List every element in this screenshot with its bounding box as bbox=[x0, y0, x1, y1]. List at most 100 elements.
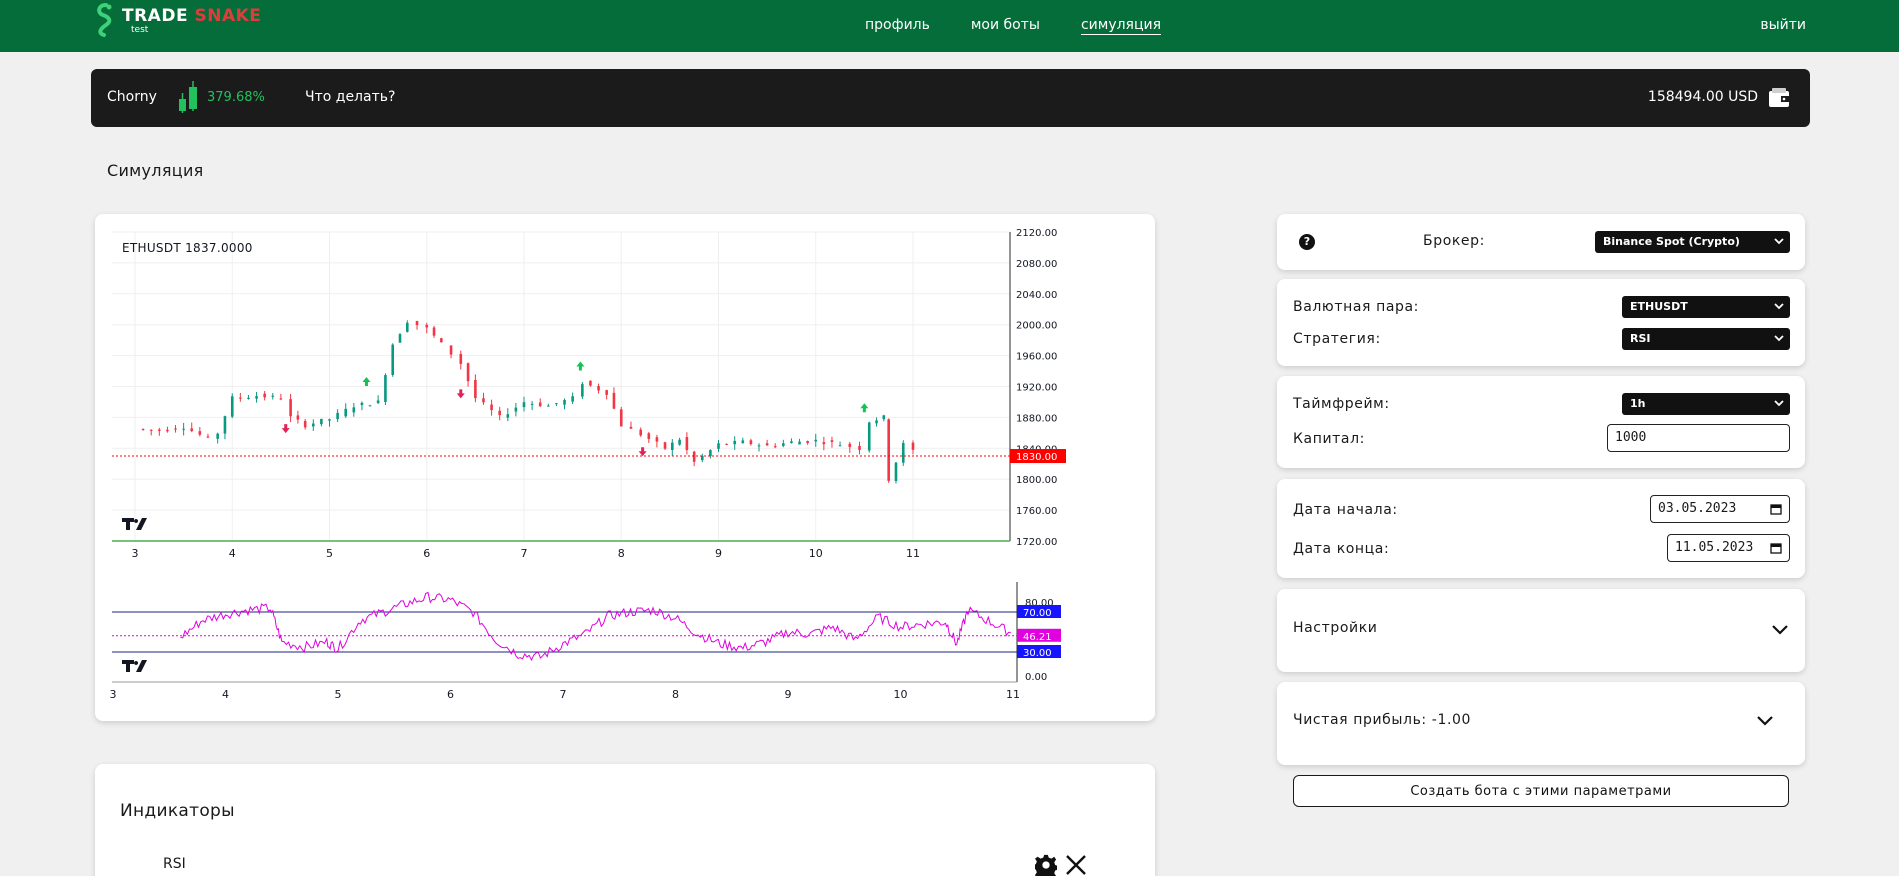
time-axis-label: 8 bbox=[618, 547, 625, 560]
pair-strategy-card: Валютная пара: ETHUSDT Стратегия: RSI bbox=[1277, 279, 1805, 366]
rsi-time-axis-label: 8 bbox=[672, 688, 679, 701]
timeframe-select[interactable]: 1h bbox=[1622, 393, 1790, 415]
top-navbar: TRADE SNAKE test профиль мои боты симуля… bbox=[0, 0, 1899, 52]
broker-select-value: Binance Spot (Crypto) bbox=[1603, 235, 1740, 248]
start-date-value: 03.05.2023 bbox=[1658, 501, 1737, 516]
timeframe-select-value: 1h bbox=[1630, 397, 1646, 410]
candle-body-down bbox=[589, 380, 592, 386]
candle-body-up bbox=[798, 441, 801, 445]
rsi-time-axis-label: 10 bbox=[894, 688, 908, 701]
indicator-item-rsi: RSI bbox=[163, 856, 186, 872]
candle-body-down bbox=[655, 437, 659, 442]
price-axis-label: 2120.00 bbox=[1016, 228, 1057, 239]
candle-body-down bbox=[174, 428, 177, 430]
indicators-title: Индикаторы bbox=[120, 801, 235, 821]
candle-body-up bbox=[717, 443, 720, 449]
logo-main: TRADE bbox=[122, 6, 189, 26]
candle-body-up bbox=[882, 415, 886, 420]
time-axis-label: 10 bbox=[809, 547, 823, 560]
calendar-icon[interactable] bbox=[1770, 503, 1782, 515]
chart-card: 2120.00 2080.00 2040.00 2000.00 1960.00 1920.… bbox=[95, 214, 1155, 721]
candle-body-up bbox=[709, 450, 712, 457]
last-price-label: 1830.00 bbox=[1016, 452, 1057, 463]
candle-body-down bbox=[647, 433, 651, 440]
chevron-down-icon bbox=[1774, 400, 1784, 407]
calendar-icon[interactable] bbox=[1770, 542, 1782, 554]
rsi-value-label: 30.00 bbox=[1023, 648, 1052, 659]
candle-body-up bbox=[182, 428, 185, 430]
price-axis-label: 1920.00 bbox=[1016, 383, 1057, 394]
candle-body-down bbox=[619, 409, 623, 427]
candle-body-down bbox=[692, 451, 696, 462]
candle-body-down bbox=[190, 428, 194, 432]
candle-body-down bbox=[459, 353, 463, 364]
candle-body-down bbox=[474, 379, 477, 399]
capital-input[interactable]: 1000 bbox=[1607, 424, 1790, 452]
candle-body-up bbox=[814, 439, 818, 442]
candle-body-up bbox=[216, 433, 219, 439]
candle-body-up bbox=[782, 443, 785, 446]
candle-body-down bbox=[773, 446, 777, 448]
candle-body-up bbox=[671, 442, 674, 450]
nav-link-my-bots[interactable]: мои боты bbox=[971, 16, 1040, 35]
wallet-icon[interactable] bbox=[1768, 87, 1790, 109]
logo[interactable]: TRADE SNAKE test bbox=[94, 3, 261, 37]
price-axis-label: 1720.00 bbox=[1016, 537, 1057, 548]
candle-body-down bbox=[597, 386, 600, 391]
pair-select[interactable]: ETHUSDT bbox=[1622, 296, 1790, 318]
timeframe-label: Таймфрейм: bbox=[1293, 396, 1390, 412]
candle-body-up bbox=[530, 403, 534, 405]
tradingview-logo-icon bbox=[122, 660, 147, 672]
time-axis-label: 6 bbox=[423, 547, 430, 560]
rsi-time-axis-label: 3 bbox=[110, 688, 117, 701]
gear-icon[interactable] bbox=[1035, 854, 1057, 876]
candle-body-up bbox=[894, 462, 898, 481]
candle-body-up bbox=[790, 441, 793, 444]
what-to-do-link[interactable]: Что делать? bbox=[305, 89, 395, 105]
rsi-axis-label: 0.00 bbox=[1025, 672, 1047, 683]
strategy-select[interactable]: RSI bbox=[1622, 328, 1790, 350]
candle-body-up bbox=[352, 407, 356, 413]
time-axis-label: 3 bbox=[132, 547, 139, 560]
profit-card[interactable]: Чистая прибыль: -1.00 bbox=[1277, 682, 1805, 765]
nav-link-simulation[interactable]: симуляция bbox=[1080, 16, 1162, 35]
candle-body-down bbox=[806, 441, 809, 443]
time-axis-label: 11 bbox=[906, 547, 920, 560]
candle-body-down bbox=[415, 320, 419, 326]
create-bot-button[interactable]: Создать бота с этими параметрами bbox=[1293, 775, 1789, 807]
buy-marker-icon bbox=[860, 403, 869, 413]
profit-percent: 379.68% bbox=[207, 90, 265, 105]
candle-body-down bbox=[239, 397, 242, 399]
end-date-input[interactable]: 11.05.2023 bbox=[1667, 534, 1790, 562]
buy-marker-icon bbox=[576, 361, 585, 371]
start-date-input[interactable]: 03.05.2023 bbox=[1650, 495, 1790, 523]
close-icon[interactable] bbox=[1065, 854, 1087, 876]
price-chart[interactable]: 2120.00 2080.00 2040.00 2000.00 1960.00 1920.… bbox=[95, 214, 1155, 721]
logo-text: TRADE SNAKE bbox=[122, 8, 261, 25]
candle-body-up bbox=[506, 414, 510, 418]
indicators-card: Индикаторы RSI bbox=[95, 764, 1155, 876]
sell-marker-icon bbox=[281, 424, 290, 434]
candle-body-up bbox=[867, 422, 871, 451]
chevron-down-icon[interactable] bbox=[1771, 624, 1789, 636]
candle-body-up bbox=[547, 405, 550, 407]
broker-select[interactable]: Binance Spot (Crypto) bbox=[1595, 231, 1790, 253]
chevron-down-icon[interactable] bbox=[1756, 715, 1774, 727]
settings-card[interactable]: Настройки bbox=[1277, 589, 1805, 672]
candle-body-down bbox=[749, 440, 753, 445]
candle-body-up bbox=[398, 334, 402, 343]
price-axis-label: 1760.00 bbox=[1016, 506, 1057, 517]
candle-body-up bbox=[563, 399, 566, 405]
candle-body-up bbox=[255, 396, 258, 399]
price-axis-label: 1960.00 bbox=[1016, 352, 1057, 363]
candle-body-down bbox=[685, 437, 689, 451]
price-axis-label: 2080.00 bbox=[1016, 259, 1057, 270]
candle-body-up bbox=[336, 412, 339, 420]
nav-link-profile[interactable]: профиль bbox=[865, 16, 930, 35]
settings-label: Настройки bbox=[1293, 620, 1378, 636]
logout-link[interactable]: выйти bbox=[1760, 16, 1806, 34]
pair-label: Валютная пара: bbox=[1293, 299, 1419, 315]
candle-body-down bbox=[166, 429, 169, 432]
candle-body-down bbox=[141, 429, 145, 431]
help-icon[interactable]: ? bbox=[1299, 234, 1315, 250]
